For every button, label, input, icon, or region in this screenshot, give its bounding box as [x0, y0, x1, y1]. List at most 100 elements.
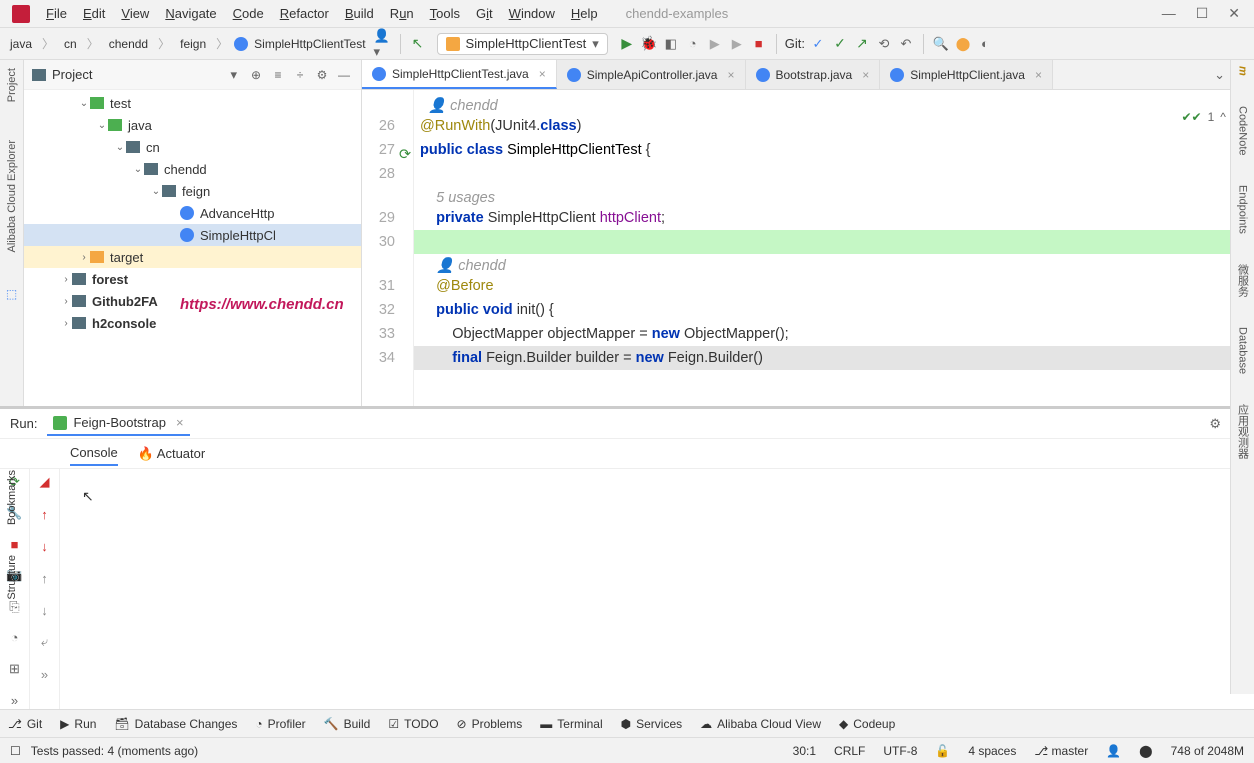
search-icon[interactable]: 🔍 [932, 35, 950, 53]
menu-help[interactable]: Help [563, 4, 606, 23]
debug-icon[interactable]: 🐞 [640, 35, 658, 53]
tree-item-simplehttpcl[interactable]: SimpleHttpCl [24, 224, 361, 246]
code-editor[interactable]: 26 27⟳ 28 29 30 31 32 33 34 👤 chendd @Ru… [362, 90, 1254, 406]
exit-icon[interactable]: ⎘ [6, 598, 24, 615]
sync-icon[interactable]: ⬤ [1139, 744, 1152, 758]
breadcrumb[interactable]: java〉 cn〉 chendd〉 feign〉 SimpleHttpClien… [6, 33, 370, 54]
caret-position[interactable]: 30:1 [793, 744, 816, 758]
editor-tab[interactable]: SimpleHttpClientTest.java× [362, 60, 557, 89]
readonly-icon[interactable]: 🔓 [935, 744, 950, 758]
rail-endpoints[interactable]: Endpoints [1237, 183, 1249, 236]
menu-tools[interactable]: Tools [422, 4, 468, 23]
run-anything-icon[interactable]: ▶ [728, 35, 746, 53]
tree-item-test[interactable]: ⌄test [24, 92, 361, 114]
maximize-icon[interactable]: ☐ [1196, 5, 1209, 22]
bt-git[interactable]: ⎇ Git [8, 717, 42, 731]
help-icon[interactable]: ◐ [976, 35, 994, 53]
tree-item-h2console[interactable]: ›h2console [24, 312, 361, 334]
tree-item-target[interactable]: ›target [24, 246, 361, 268]
settings-icon[interactable]: ⬤ [954, 35, 972, 53]
rollback-icon[interactable]: ↶ [897, 35, 915, 53]
down-stack-icon[interactable]: ↓ [36, 537, 54, 555]
editor-tab[interactable]: SimpleHttpClient.java× [880, 60, 1053, 89]
breadcrumb-part[interactable]: feign [176, 35, 210, 53]
rail-project[interactable]: Project [6, 64, 18, 106]
bt-codeup[interactable]: ◆ Codeup [839, 717, 895, 731]
rail-database[interactable]: Database [1237, 325, 1249, 376]
up-stack-icon[interactable]: ↑ [36, 505, 54, 523]
console-output[interactable] [60, 469, 1254, 709]
close-icon[interactable]: ✕ [1228, 5, 1240, 22]
more-icon[interactable]: » [6, 692, 24, 709]
menu-file[interactable]: File [38, 4, 75, 23]
rail-codenote[interactable]: CodeNote [1237, 104, 1249, 158]
person-status-icon[interactable]: 👤 [1106, 744, 1121, 758]
menu-view[interactable]: View [113, 4, 157, 23]
hammer-icon[interactable]: ↖ [409, 35, 427, 53]
menu-code[interactable]: Code [225, 4, 272, 23]
down-icon[interactable]: ↓ [36, 601, 54, 619]
bt-todo[interactable]: ☑ TODO [388, 717, 438, 731]
run-config-selector[interactable]: SimpleHttpClientTest ▾ [437, 33, 608, 55]
line-ending[interactable]: CRLF [834, 744, 865, 758]
memory-indicator[interactable]: 748 of 2048M [1171, 744, 1244, 758]
commit-icon[interactable]: ✓ [831, 35, 849, 53]
run-settings-icon[interactable]: ⚙ [1209, 416, 1221, 432]
breadcrumb-current[interactable]: SimpleHttpClientTest [250, 35, 369, 53]
filter-icon[interactable]: ◢ [36, 473, 54, 491]
breadcrumb-part[interactable]: java [6, 35, 36, 53]
bt-alibaba[interactable]: ☁ Alibaba Cloud View [700, 717, 821, 731]
more-icon2[interactable]: » [36, 665, 54, 683]
attach-debug-icon[interactable]: ◔ [6, 629, 24, 646]
tree-item-cn[interactable]: ⌄cn [24, 136, 361, 158]
soft-wrap-icon[interactable]: ⤶ [36, 633, 54, 651]
profile-icon[interactable]: ◔ [684, 35, 702, 53]
expand-icon[interactable]: ≡ [269, 66, 287, 84]
rail-microservice[interactable]: 微服务 [1235, 262, 1251, 299]
run-config-tab[interactable]: Feign-Bootstrap × [47, 411, 189, 436]
tree-item-advancehttp[interactable]: AdvanceHttp [24, 202, 361, 224]
push-icon[interactable]: ↗ [853, 35, 871, 53]
code-content[interactable]: 👤 chendd @RunWith(JUnit4.class) public c… [414, 90, 1254, 406]
tree-item-chendd[interactable]: ⌄chendd [24, 158, 361, 180]
person-icon[interactable]: 👤▾ [374, 35, 392, 53]
collapse-icon[interactable]: ÷ [291, 66, 309, 84]
target-icon[interactable]: ⊕ [247, 66, 265, 84]
menu-git[interactable]: Git [468, 4, 501, 23]
status-icon[interactable]: ☐ [10, 744, 21, 758]
bt-build[interactable]: 🔨 Build [324, 717, 371, 731]
rail-bookmarks[interactable]: Bookmarks [6, 470, 18, 525]
up-icon[interactable]: ↑ [36, 569, 54, 587]
hide-icon[interactable]: — [335, 66, 353, 84]
tree-item-feign[interactable]: ⌄feign [24, 180, 361, 202]
bt-terminal[interactable]: ▬ Terminal [540, 717, 602, 731]
breadcrumb-part[interactable]: cn [60, 35, 81, 53]
breadcrumb-part[interactable]: chendd [105, 35, 152, 53]
update-icon[interactable]: ✓ [809, 35, 827, 53]
bt-services[interactable]: ⬢ Services [621, 717, 683, 731]
bt-db-changes[interactable]: 🗃 Database Changes [114, 717, 237, 731]
menu-edit[interactable]: Edit [75, 4, 113, 23]
tree-item-java[interactable]: ⌄java [24, 114, 361, 136]
menu-refactor[interactable]: Refactor [272, 4, 337, 23]
menu-run[interactable]: Run [382, 4, 422, 23]
project-tree[interactable]: ⌄test⌄java⌄cn⌄chendd⌄feignAdvanceHttpSim… [24, 90, 361, 406]
console-tab[interactable]: Console [70, 441, 118, 466]
bt-run[interactable]: ▶ Run [60, 717, 96, 731]
menu-build[interactable]: Build [337, 4, 382, 23]
indent[interactable]: 4 spaces [968, 744, 1016, 758]
stop-icon[interactable]: ■ [750, 35, 768, 53]
rail-observer[interactable]: 应用观测器 [1235, 402, 1251, 461]
tree-item-forest[interactable]: ›forest [24, 268, 361, 290]
layout-icon[interactable]: ⊞ [6, 661, 24, 678]
run-icon[interactable]: ▶ [618, 35, 636, 53]
gear-icon[interactable]: ⚙ [313, 66, 331, 84]
editor-tab[interactable]: Bootstrap.java× [746, 60, 881, 89]
history-icon[interactable]: ⟲ [875, 35, 893, 53]
encoding[interactable]: UTF-8 [883, 744, 917, 758]
minimize-icon[interactable]: — [1162, 5, 1176, 22]
gutter[interactable]: 26 27⟳ 28 29 30 31 32 33 34 [362, 90, 414, 406]
rail-alibaba[interactable]: Alibaba Cloud Explorer [6, 136, 18, 257]
bt-problems[interactable]: ⊘ Problems [457, 717, 523, 731]
rail-maven[interactable]: m [1237, 64, 1249, 78]
